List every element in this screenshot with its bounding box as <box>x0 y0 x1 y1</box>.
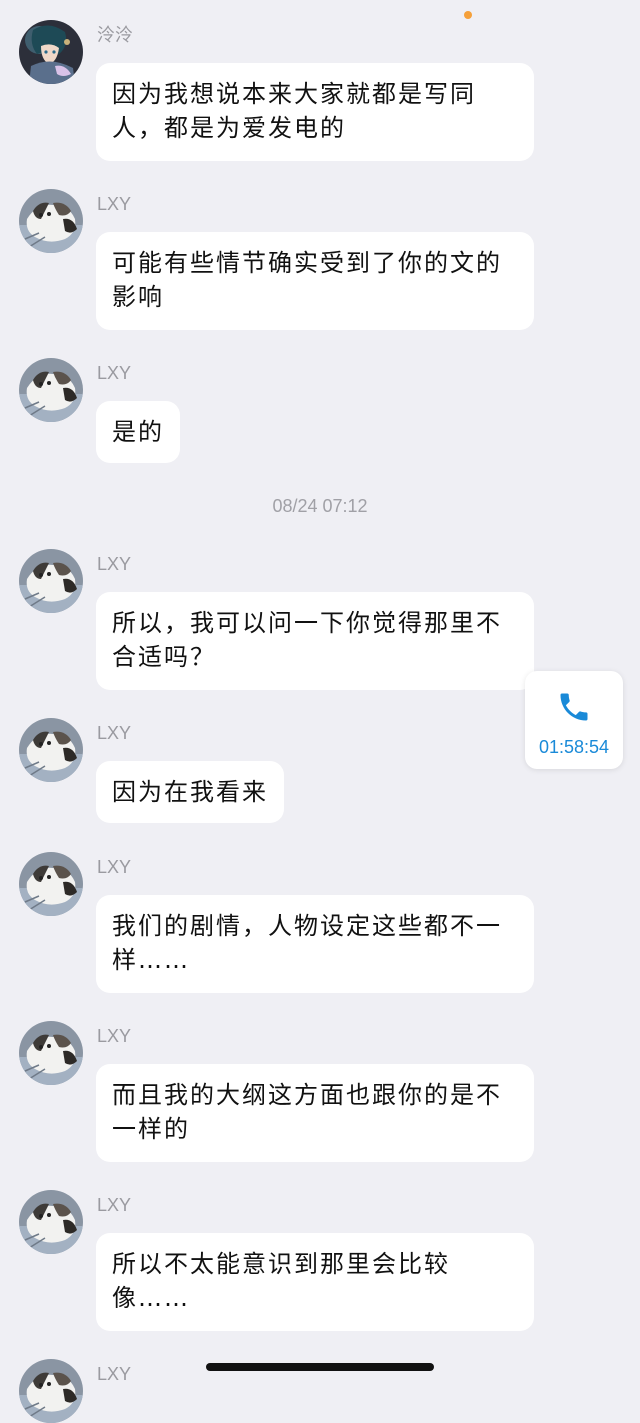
sender-name: 泠泠 <box>97 25 133 45</box>
message-bubble[interactable]: 我们的剧情，人物设定这些都不一样…… <box>96 895 534 993</box>
cat-avatar-icon <box>19 1359 83 1423</box>
message-bubble[interactable]: 而且我的大纲这方面也跟你的是不一样的 <box>96 1064 534 1162</box>
message-timestamp: 08/24 07:12 <box>272 496 368 516</box>
message-bubble[interactable]: 可能有些情节确实受到了你的文的影响 <box>96 232 534 330</box>
avatar[interactable] <box>19 852 83 916</box>
avatar[interactable] <box>19 1190 83 1254</box>
sender-name: LXY <box>97 194 132 214</box>
sender-name: LXY <box>97 1026 132 1046</box>
cat-avatar-icon <box>19 852 83 916</box>
cat-avatar-icon <box>19 1021 83 1085</box>
sender-name: LXY <box>97 723 132 743</box>
message-bubble[interactable]: 因为在我看来 <box>96 761 284 823</box>
sender-name: LXY <box>97 1195 132 1215</box>
avatar[interactable] <box>19 20 83 84</box>
ongoing-call-widget[interactable]: 01:58:54 <box>525 671 623 769</box>
message-bubble[interactable]: 因为我想说本来大家就都是写同人，都是为爱发电的 <box>96 63 534 161</box>
sender-name: LXY <box>97 857 132 877</box>
avatar[interactable] <box>19 718 83 782</box>
status-indicator-dot <box>464 11 472 19</box>
avatar[interactable] <box>19 549 83 613</box>
sender-name: LXY <box>97 554 132 574</box>
cat-avatar-icon <box>19 358 83 422</box>
anime-character-avatar-icon <box>19 20 83 84</box>
cat-avatar-icon <box>19 718 83 782</box>
avatar[interactable] <box>19 189 83 253</box>
cat-avatar-icon <box>19 549 83 613</box>
avatar[interactable] <box>19 1359 83 1423</box>
avatar[interactable] <box>19 358 83 422</box>
message-bubble[interactable]: 是的 <box>96 401 180 463</box>
avatar[interactable] <box>19 1021 83 1085</box>
cat-avatar-icon <box>19 1190 83 1254</box>
home-indicator[interactable] <box>206 1363 434 1371</box>
cat-avatar-icon <box>19 189 83 253</box>
message-bubble[interactable]: 所以不太能意识到那里会比较像…… <box>96 1233 534 1331</box>
call-duration: 01:58:54 <box>538 737 610 757</box>
phone-icon <box>560 693 588 721</box>
sender-name: LXY <box>97 1364 132 1384</box>
message-bubble[interactable]: 所以，我可以问一下你觉得那里不合适吗？ <box>96 592 534 690</box>
sender-name: LXY <box>97 363 132 383</box>
